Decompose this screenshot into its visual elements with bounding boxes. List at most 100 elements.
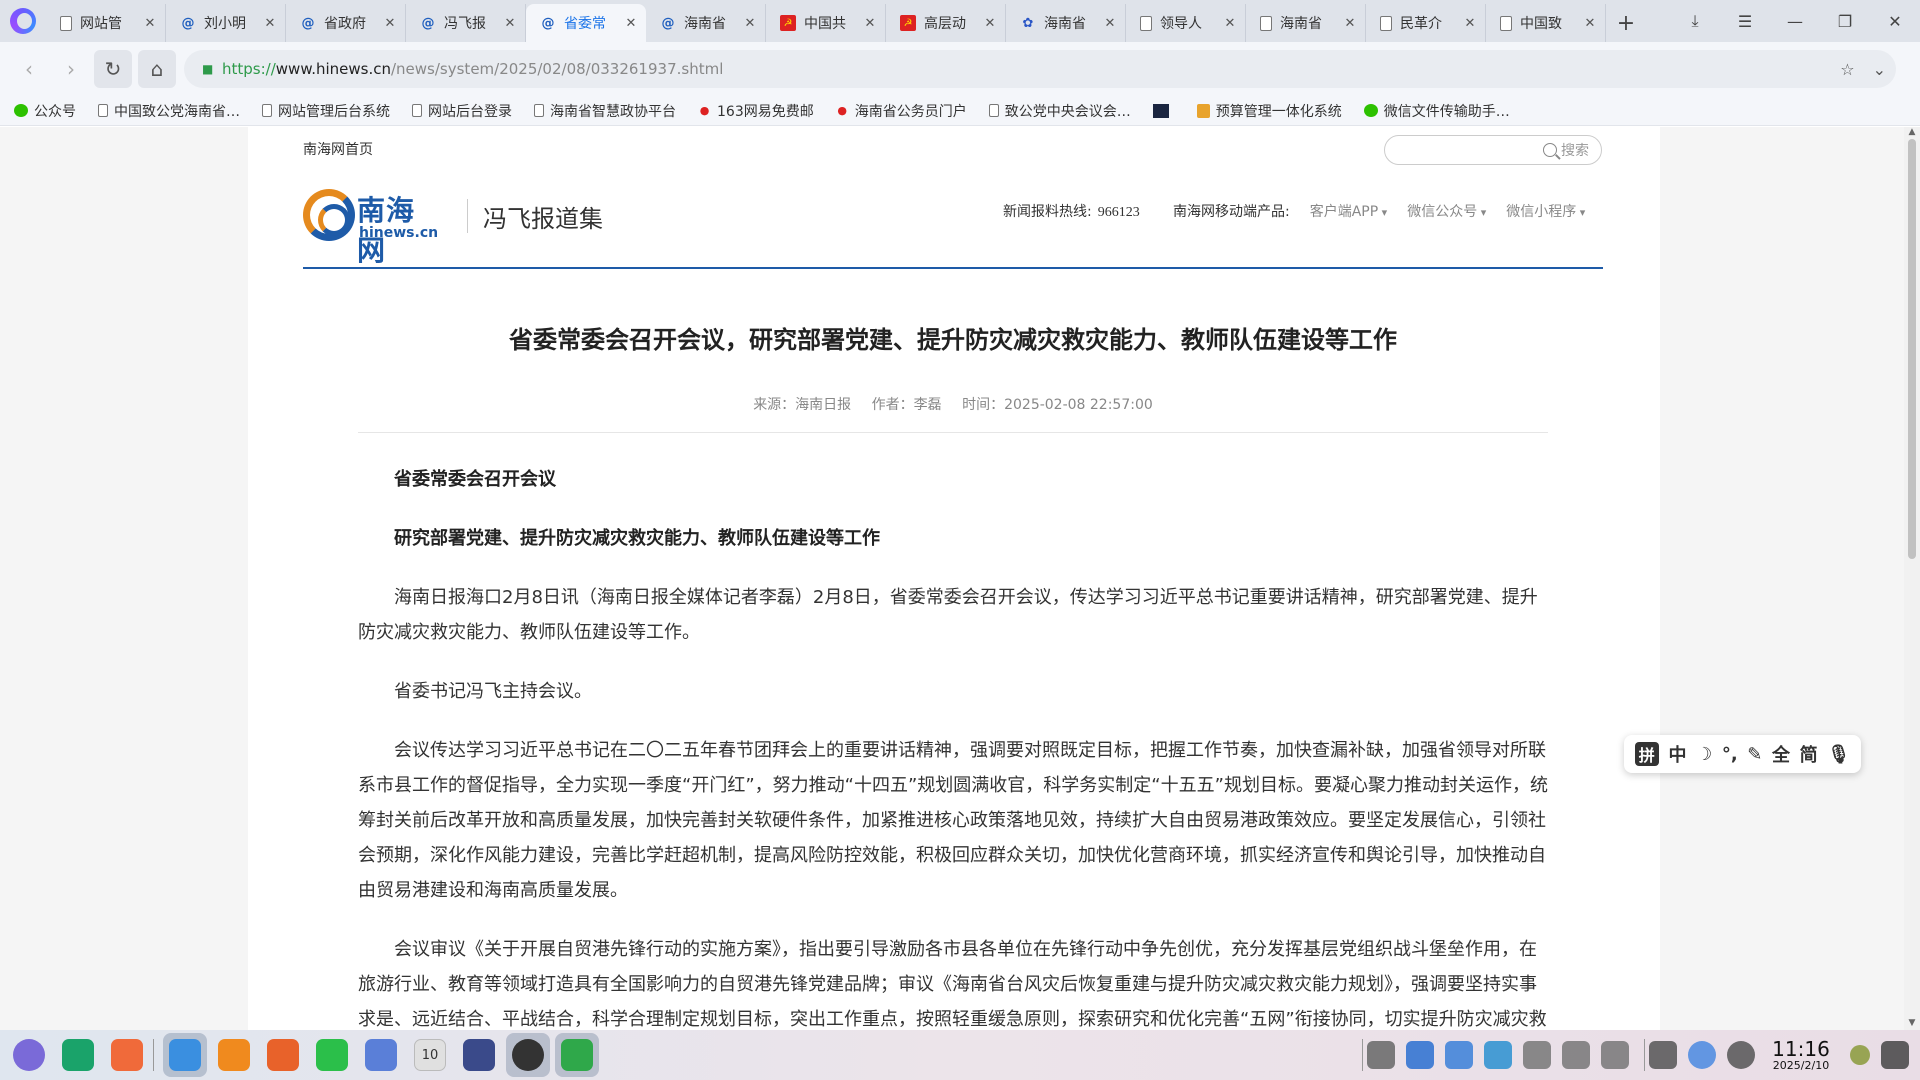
documents-icon[interactable] <box>359 1033 403 1077</box>
document-icon <box>534 104 544 117</box>
spreadsheet-icon[interactable] <box>555 1033 599 1077</box>
tab-close-icon[interactable]: ✕ <box>983 16 997 31</box>
bookmark-item[interactable]: 预算管理一体化系统 <box>1196 101 1342 121</box>
bookmark-item[interactable]: ● 163网易免费邮 <box>698 101 814 121</box>
app-store-icon[interactable] <box>105 1033 149 1077</box>
minimize-button[interactable]: — <box>1770 12 1820 31</box>
browser-tab[interactable]: @ 冯飞报 ✕ <box>406 4 526 42</box>
home-link[interactable]: 南海网首页 <box>303 139 373 159</box>
simplified-icon[interactable]: 简 <box>1800 741 1818 767</box>
settings-icon[interactable] <box>457 1033 501 1077</box>
bookmark-item[interactable]: 致公党中央会议会… <box>988 101 1131 121</box>
browser-tab[interactable]: ☭ 高层动 ✕ <box>886 4 1006 42</box>
back-button[interactable]: ‹ <box>10 50 48 88</box>
tray-expand-icon[interactable] <box>1601 1041 1629 1069</box>
tab-close-icon[interactable]: ✕ <box>1343 16 1357 31</box>
microphone-icon[interactable]: 🎙 <box>1827 744 1850 765</box>
desktop-icon[interactable] <box>1649 1041 1677 1069</box>
wechat-miniprogram-dropdown[interactable]: 微信小程序 <box>1506 201 1585 221</box>
browser-tab[interactable]: @ 省委常 ✕ <box>526 4 646 42</box>
handwriting-icon[interactable]: ✎ <box>1747 744 1762 765</box>
pinyin-mode-icon[interactable]: 拼 <box>1634 742 1659 766</box>
logo-swirl-icon <box>303 189 355 241</box>
pen-icon[interactable] <box>1562 1041 1590 1069</box>
tab-close-icon[interactable]: ✕ <box>743 16 757 31</box>
network-app-icon[interactable] <box>1445 1041 1473 1069</box>
restore-button[interactable]: ❐ <box>1820 12 1870 31</box>
bookmark-star-icon[interactable]: ☆ <box>1840 60 1854 79</box>
browser-tab[interactable]: 海南省 ✕ <box>1246 4 1366 42</box>
download-icon[interactable]: ⤓ <box>1670 11 1720 31</box>
client-app-dropdown[interactable]: 客户端APP <box>1310 201 1388 221</box>
launcher-icon[interactable] <box>7 1033 51 1077</box>
new-tab-button[interactable]: + <box>1606 4 1646 42</box>
punctuation-icon[interactable]: °, <box>1722 744 1738 765</box>
tab-close-icon[interactable]: ✕ <box>1583 16 1597 31</box>
bookmark-item[interactable]: 海南省智慧政协平台 <box>534 101 676 121</box>
notification-icon[interactable] <box>1881 1041 1909 1069</box>
browser-logo-icon[interactable] <box>0 0 46 42</box>
browser-tab[interactable]: 民革介 ✕ <box>1366 4 1486 42</box>
browser-tab[interactable]: 网站管 ✕ <box>46 4 166 42</box>
file-manager-icon[interactable] <box>163 1033 207 1077</box>
chinese-mode-icon[interactable]: 中 <box>1668 741 1686 767</box>
browser-tab[interactable]: @ 刘小明 ✕ <box>166 4 286 42</box>
fullwidth-icon[interactable]: 全 <box>1772 741 1790 767</box>
files-icon[interactable] <box>56 1033 100 1077</box>
home-button[interactable]: ⌂ <box>138 50 176 88</box>
wechat-account-dropdown[interactable]: 微信公众号 <box>1407 201 1486 221</box>
chevron-down-icon[interactable]: ⌄ <box>1873 60 1886 79</box>
browser-tab[interactable]: 领导人 ✕ <box>1126 4 1246 42</box>
browser-tab[interactable]: 中国致 ✕ <box>1486 4 1606 42</box>
article-body: 省委常委会召开会议 研究部署党建、提升防灾减灾救灾能力、教师队伍建设等工作 海南日报… <box>358 462 1548 1030</box>
bookmark-item[interactable] <box>1152 103 1175 118</box>
image-viewer-icon[interactable] <box>261 1033 305 1077</box>
menu-icon[interactable]: ☰ <box>1720 12 1770 31</box>
bookmark-item[interactable]: 公众号 <box>14 101 76 121</box>
tab-close-icon[interactable]: ✕ <box>624 16 638 31</box>
tab-close-icon[interactable]: ✕ <box>143 16 157 31</box>
bookmark-item[interactable]: 微信文件传输助手… <box>1363 101 1510 121</box>
music-icon[interactable] <box>310 1033 354 1077</box>
security-shield-icon[interactable] <box>1484 1041 1512 1069</box>
browser-tray-icon[interactable] <box>1688 1041 1716 1069</box>
site-logo[interactable]: 南海网 hinews.cn <box>303 185 443 267</box>
tab-close-icon[interactable]: ✕ <box>1463 16 1477 31</box>
browser-icon[interactable] <box>506 1033 550 1077</box>
browser-tab[interactable]: ✿ 海南省 ✕ <box>1006 4 1126 42</box>
tab-close-icon[interactable]: ✕ <box>503 16 517 31</box>
site-search-input[interactable]: 搜索 <box>1384 135 1602 165</box>
bookmark-item[interactable]: 网站管理后台系统 <box>262 101 390 121</box>
calendar-icon[interactable]: 10 <box>408 1033 452 1077</box>
bookmark-item[interactable]: 网站后台登录 <box>412 101 512 121</box>
browser-tab[interactable]: @ 海南省 ✕ <box>646 4 766 42</box>
reload-button[interactable]: ↻ <box>94 50 132 88</box>
scrollbar-thumb[interactable] <box>1908 139 1916 559</box>
tab-close-icon[interactable]: ✕ <box>1103 16 1117 31</box>
address-bar[interactable]: ■ https://www.hinews.cn/news/system/2025… <box>184 50 1896 88</box>
bookmark-item[interactable]: ● 海南省公务员门户 <box>836 101 966 121</box>
site-favicon-icon: ● <box>837 104 848 117</box>
tray-app-icon[interactable] <box>1367 1041 1395 1069</box>
scroll-up-icon[interactable]: ▲ <box>1904 127 1920 139</box>
forward-button[interactable]: › <box>52 50 90 88</box>
shield-status-icon[interactable] <box>1850 1045 1870 1065</box>
close-window-button[interactable]: ✕ <box>1870 12 1920 31</box>
scroll-down-icon[interactable]: ▼ <box>1904 1018 1920 1030</box>
tab-close-icon[interactable]: ✕ <box>383 16 397 31</box>
volume-icon[interactable] <box>1523 1041 1551 1069</box>
power-icon[interactable] <box>1727 1041 1755 1069</box>
office-icon[interactable] <box>212 1033 256 1077</box>
browser-tab[interactable]: ☭ 中国共 ✕ <box>766 4 886 42</box>
browser-tab[interactable]: @ 省政府 ✕ <box>286 4 406 42</box>
tab-close-icon[interactable]: ✕ <box>863 16 877 31</box>
vertical-scrollbar[interactable]: ▲ ▼ <box>1904 127 1920 1030</box>
clock[interactable]: 11:16 2025/2/10 <box>1766 1038 1836 1072</box>
tray-divider <box>1362 1039 1363 1071</box>
image-viewer-glyph <box>267 1039 299 1071</box>
tab-close-icon[interactable]: ✕ <box>263 16 277 31</box>
input-method-icon[interactable] <box>1406 1041 1434 1069</box>
moon-icon[interactable]: ☽ <box>1696 744 1712 765</box>
bookmark-item[interactable]: 中国致公党海南省… <box>98 101 240 121</box>
tab-close-icon[interactable]: ✕ <box>1223 16 1237 31</box>
